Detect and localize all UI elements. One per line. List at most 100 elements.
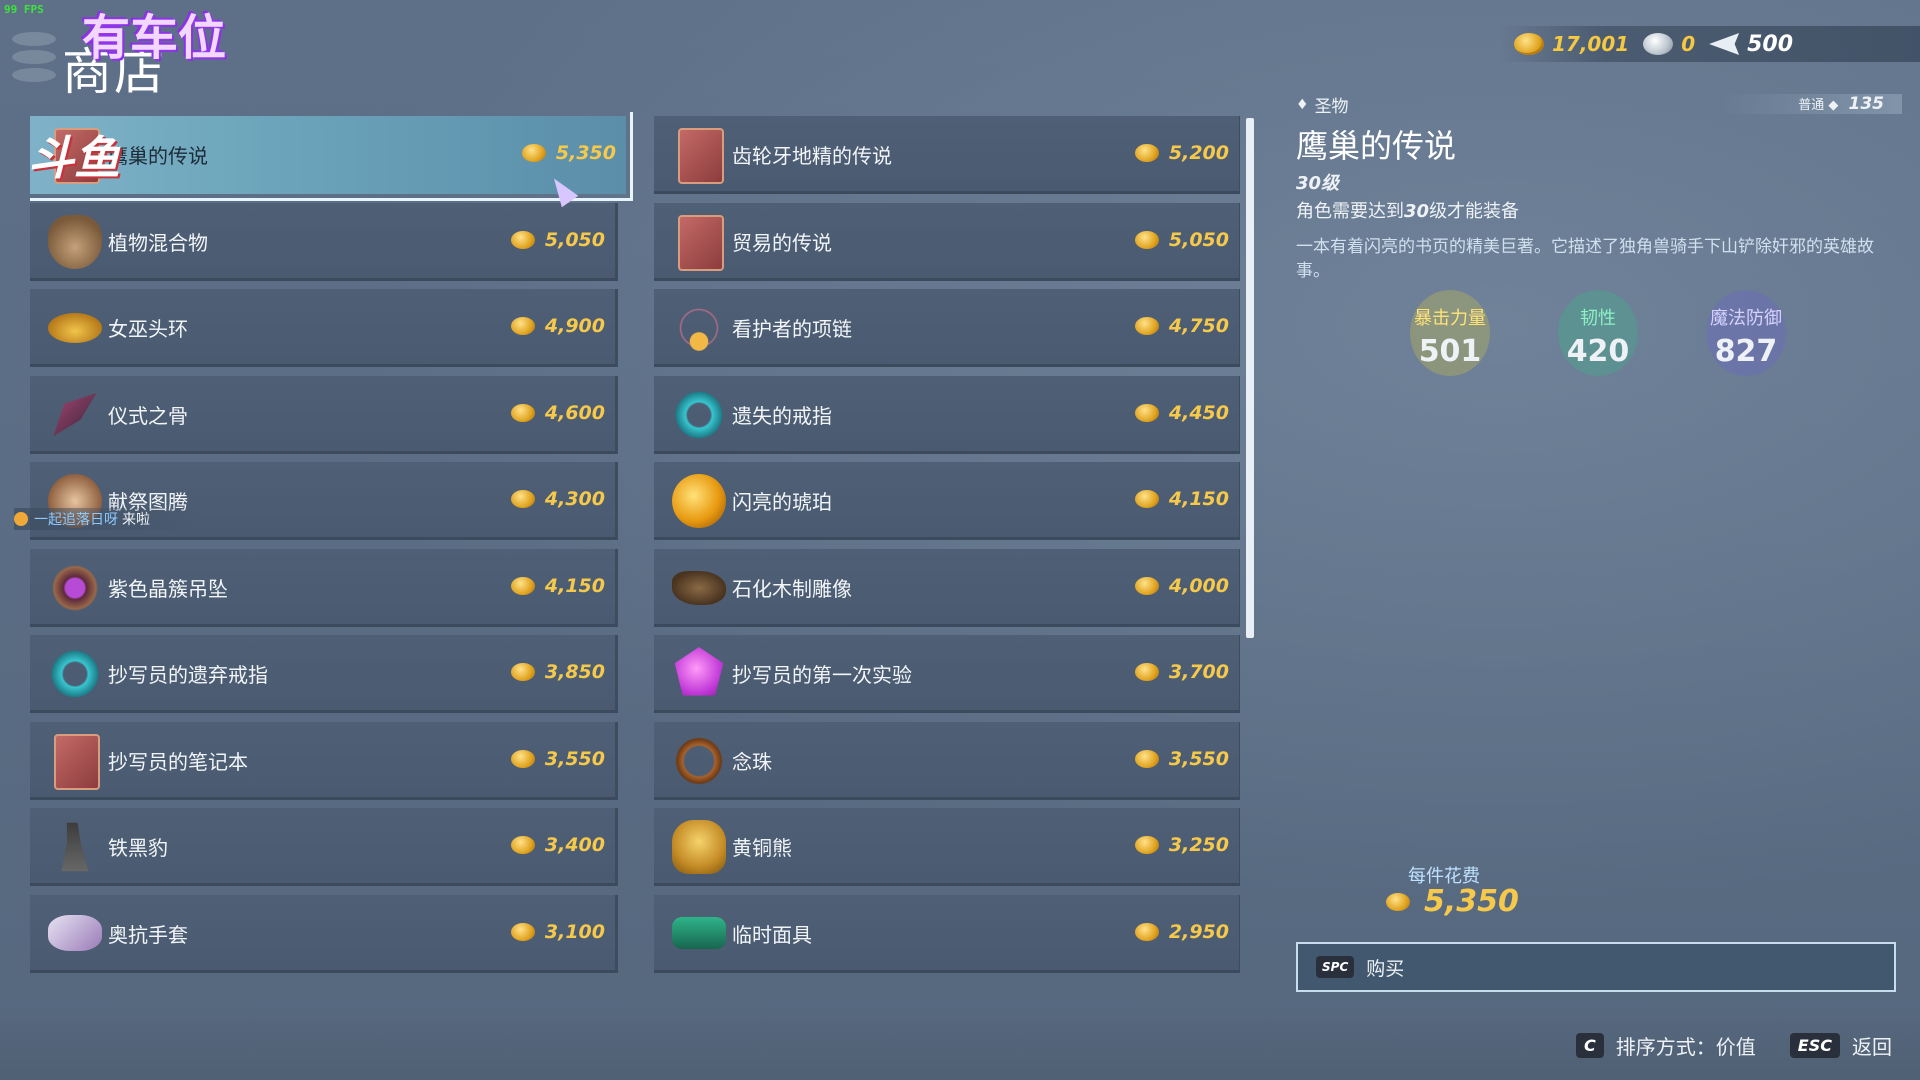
coins-decoration-icon: [12, 32, 64, 92]
item-name: 铁黑豹: [108, 836, 168, 860]
item-level: 30级: [1296, 173, 1340, 194]
item-price-value: 4,600: [544, 401, 605, 424]
gem-item-icon: [674, 647, 724, 696]
shop-item[interactable]: 闪亮的琥珀 4,150: [654, 462, 1240, 540]
shop-item[interactable]: 奥抗手套 3,100: [30, 894, 618, 973]
shop-item[interactable]: 抄写员的第一次实验 3,700: [654, 635, 1240, 713]
item-name: 齿轮牙地精的传说: [732, 144, 892, 168]
glove-item-icon: [48, 914, 102, 951]
shop-item[interactable]: 铁黑豹 3,400: [30, 808, 618, 886]
shop-item[interactable]: 植物混合物 5,050: [30, 202, 618, 281]
sort-label: 排序方式：价值: [1615, 1035, 1756, 1059]
back-button[interactable]: ESC 返回: [1789, 1031, 1892, 1060]
item-price-value: 4,150: [544, 574, 605, 597]
gold-amount: 17,001: [1552, 32, 1630, 56]
amber-item-icon: [672, 474, 726, 528]
item-price-value: 4,450: [1168, 401, 1229, 424]
necklace-item-icon: [672, 301, 726, 355]
shop-item[interactable]: 贸易的传说 5,050: [654, 202, 1240, 281]
item-price-value: 3,700: [1168, 661, 1229, 683]
item-price: 3,850: [510, 661, 605, 683]
douyu-badge: 斗鱼: [30, 131, 120, 185]
item-title: 鹰巢的传说: [1296, 127, 1457, 165]
shop-item[interactable]: 念珠 3,550: [654, 721, 1240, 800]
shop-item[interactable]: 石化木制雕像 4,000: [654, 548, 1240, 627]
ticket-icon: [1709, 33, 1740, 55]
shop-item[interactable]: 遗失的戒指 4,450: [654, 375, 1240, 454]
bottom-actions: C 排序方式：价值 ESC 返回: [1542, 1031, 1892, 1060]
pendant-item-icon: [48, 560, 102, 615]
watermark-text: 有车位: [82, 10, 227, 66]
shop-item-list[interactable]: 鹰巢的传说 5,350 斗鱼 齿轮牙地精的传说 5,200 植物混合物 5,050 贸易的传说…: [30, 112, 1240, 1008]
requirement-prefix: 角色需要达到: [1296, 201, 1404, 222]
item-price: 4,150: [510, 574, 605, 597]
item-name: 遗失的戒指: [732, 403, 832, 428]
item-name: 念珠: [732, 749, 772, 774]
item-price: 3,250: [1134, 834, 1229, 856]
wood-item-icon: [672, 570, 726, 605]
bag-item-icon: [48, 214, 102, 269]
silver-coin-icon: [1643, 33, 1674, 55]
item-name: 紫色晶簇吊坠: [108, 576, 228, 601]
shop-item[interactable]: 抄写员的笔记本 3,550: [30, 721, 618, 800]
gold-coin-icon: [510, 403, 535, 422]
cost-amount: 5,350: [1424, 884, 1519, 919]
shop-item[interactable]: 女巫头环 4,900: [30, 289, 618, 367]
item-price-value: 4,300: [544, 488, 605, 510]
list-scrollbar[interactable]: [1246, 118, 1254, 638]
item-price-value: 3,250: [1168, 834, 1229, 856]
fps-counter: 99 FPS: [4, 3, 44, 16]
item-price-value: 4,750: [1168, 315, 1229, 337]
tiara-item-icon: [48, 313, 102, 343]
item-price-value: 5,350: [555, 142, 616, 164]
buy-button[interactable]: SPC 购买: [1296, 942, 1896, 992]
stat-label: 暴击力量: [1414, 308, 1486, 329]
esc-key-icon: ESC: [1789, 1033, 1840, 1058]
shop-item[interactable]: 抄写员的遗弃戒指 3,850: [30, 635, 618, 713]
shop-item[interactable]: 鹰巢的传说 5,350 斗鱼: [30, 112, 633, 201]
shop-item[interactable]: 看护者的项链 4,750: [654, 289, 1240, 367]
ring-teal-item-icon: [48, 647, 102, 701]
item-name: 抄写员的第一次实验: [732, 663, 912, 687]
shop-item[interactable]: 紫色晶簇吊坠 4,150: [30, 548, 618, 627]
item-name: 仪式之骨: [108, 403, 188, 428]
item-price: 5,050: [1134, 228, 1229, 251]
item-name: 女巫头环: [108, 317, 188, 341]
item-name: 植物混合物: [108, 230, 208, 255]
stat-value: 827: [1714, 334, 1778, 369]
item-price-value: 3,100: [544, 920, 605, 943]
book-item-icon: [54, 733, 100, 790]
silver-currency: 0: [1643, 32, 1695, 56]
shop-item[interactable]: 临时面具 2,950: [654, 894, 1240, 973]
stat-value: 420: [1566, 334, 1630, 369]
requirement-level: 30: [1404, 201, 1430, 222]
item-name: 奥抗手套: [108, 922, 188, 947]
item-price: 5,200: [1134, 142, 1229, 164]
chat-message: 一起追落日呀 来啦: [14, 508, 204, 530]
item-name: 看护者的项链: [732, 317, 852, 341]
item-price-value: 5,200: [1168, 142, 1229, 164]
gold-coin-icon: [1134, 403, 1159, 422]
item-price: 3,100: [510, 920, 605, 943]
item-price-value: 5,050: [1168, 228, 1229, 251]
item-price-value: 3,550: [544, 747, 605, 770]
bone-item-icon: [53, 392, 97, 437]
rarity-value: 135: [1848, 94, 1885, 114]
c-key-icon: C: [1576, 1033, 1604, 1058]
beads-item-icon: [672, 733, 726, 788]
shop-item[interactable]: 黄铜熊 3,250: [654, 808, 1240, 886]
item-description: 一本有着闪亮的书页的精美巨著。它描述了独角兽骑手下山铲除奸邪的英雄故事。: [1296, 237, 1874, 281]
silver-amount: 0: [1681, 32, 1696, 56]
item-price: 4,450: [1134, 401, 1229, 424]
sort-button[interactable]: C 排序方式：价值: [1576, 1031, 1756, 1060]
item-price: 4,150: [1134, 488, 1229, 510]
shop-item[interactable]: 齿轮牙地精的传说 5,200: [654, 116, 1240, 194]
item-price-value: 2,950: [1168, 920, 1229, 943]
stat-value: 501: [1418, 334, 1482, 369]
bear-item-icon: [672, 820, 726, 874]
chat-text: 来啦: [122, 512, 150, 528]
rarity-label: 普通: [1798, 98, 1825, 113]
stat-label: 魔法防御: [1710, 308, 1782, 329]
shop-item[interactable]: 仪式之骨 4,600: [30, 375, 618, 454]
item-price: 3,700: [1134, 661, 1229, 683]
